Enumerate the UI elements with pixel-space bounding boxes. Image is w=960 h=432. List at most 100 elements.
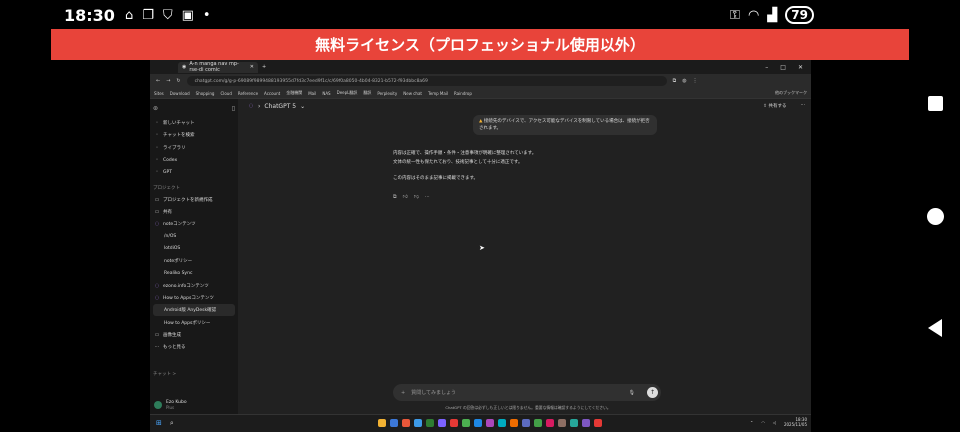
close-window-icon[interactable]: ✕ <box>798 64 803 71</box>
sidebar-item[interactable]: ◦ GPT <box>153 166 235 178</box>
taskbar-app-icon[interactable] <box>474 419 482 427</box>
sidebar-item-label: ライブラリ <box>163 145 186 151</box>
taskbar-app-icon[interactable] <box>414 419 422 427</box>
bookmark-item[interactable]: DeepL翻訳 <box>337 90 358 96</box>
reload-icon[interactable]: ↻ <box>176 78 180 84</box>
forward-arrow-icon[interactable]: → <box>166 78 170 84</box>
voice-mode-button[interactable]: ↑ <box>647 387 658 398</box>
sidebar-item[interactable]: ◦ 新しいチャット <box>153 117 235 129</box>
taskbar-app-icon[interactable] <box>450 419 458 427</box>
thumbs-down-icon[interactable]: 👎︎ <box>414 194 419 200</box>
mic-icon[interactable]: 🎙︎ <box>629 390 635 396</box>
sidebar-project-label: 共有 <box>163 209 172 215</box>
model-selector[interactable]: ChatGPT 5 <box>264 103 296 110</box>
profile-icon[interactable]: ◍ <box>682 78 686 84</box>
back-button[interactable] <box>922 315 948 341</box>
sidebar-project-item[interactable]: ▭ 画像生成 <box>153 329 235 341</box>
taskbar-app-icon[interactable] <box>486 419 494 427</box>
plus-icon[interactable]: + <box>401 390 405 396</box>
taskbar-app-icon[interactable] <box>462 419 470 427</box>
taskbar-app-icon[interactable] <box>438 419 446 427</box>
sidebar-project-item[interactable]: ▭ 共有 <box>153 206 235 218</box>
tray-chevron-icon[interactable]: ⌃ <box>750 420 753 425</box>
copy-icon[interactable]: ⧉ <box>393 194 397 200</box>
volume-icon[interactable]: ◁ <box>773 420 776 425</box>
bookmark-item[interactable]: NAS <box>322 91 330 96</box>
sidebar-item[interactable]: ◦ Codex <box>153 154 235 166</box>
chevron-down-icon[interactable]: ⌄ <box>300 103 305 110</box>
taskbar-app-icon[interactable] <box>378 419 386 427</box>
sidebar-project-item[interactable]: How to Appsポリシー <box>153 316 235 328</box>
sidebar-project-item[interactable]: ◌ ezono.infoコンテンツ <box>153 280 235 292</box>
bookmark-item[interactable]: Mail <box>308 91 316 96</box>
taskbar-app-icon[interactable] <box>570 419 578 427</box>
sidebar-item[interactable]: ◦ チャットを検索 <box>153 129 235 141</box>
tab-close-icon[interactable]: ✕ <box>250 64 254 70</box>
taskbar-app-icon[interactable] <box>522 419 530 427</box>
more-options-icon[interactable]: ⋯ <box>801 103 806 109</box>
sidebar-project-label: noteコンテンツ <box>163 222 196 228</box>
taskbar-app-icon[interactable] <box>498 419 506 427</box>
bookmark-item[interactable]: 翻訳 <box>363 90 371 96</box>
bookmark-item[interactable]: Download <box>170 91 190 96</box>
user-account[interactable]: Ezo Kubo Plus <box>154 400 187 410</box>
bookmark-item[interactable]: Cloud <box>220 91 231 96</box>
chats-heading[interactable]: チャット > <box>153 369 235 379</box>
maximize-icon[interactable]: □ <box>780 64 786 71</box>
sidebar-project-item[interactable]: noteポリシー <box>153 255 235 267</box>
bookmark-item[interactable]: Temp Mail <box>428 91 448 96</box>
extensions-icon[interactable]: ⧉ <box>673 78 677 84</box>
taskbar-app-icon[interactable] <box>402 419 410 427</box>
taskbar-app-icon[interactable] <box>558 419 566 427</box>
thumbs-up-icon[interactable]: 👍︎ <box>403 194 408 200</box>
home-button[interactable] <box>922 203 948 229</box>
bookmark-item[interactable]: Shopping <box>196 91 215 96</box>
sidebar-project-item[interactable]: Android版 AnyDesk確認 <box>153 304 235 317</box>
sidebar-project-item[interactable]: lotdiOS <box>153 243 235 255</box>
url-field[interactable]: chatgpt.com/g/g-p-69089f9899488193955d7f… <box>186 76 667 86</box>
back-arrow-icon[interactable]: ← <box>156 78 160 84</box>
taskbar-clock[interactable]: 18:30 2025/11/05 <box>784 417 807 427</box>
recents-button[interactable] <box>922 90 948 116</box>
search-icon: ◦ <box>155 132 159 139</box>
bookmark-item[interactable]: Sites <box>154 91 164 96</box>
bookmark-item[interactable]: Account <box>264 91 280 96</box>
sidebar-main-items: ◦ 新しいチャット ◦ チャットを検索 ◦ ライブラリ ◦ Codex ◦ GPT <box>153 117 235 178</box>
sidebar-toggle-icon[interactable]: ▯ <box>232 105 235 112</box>
new-tab-icon[interactable]: + <box>262 64 266 70</box>
message-actions: ⧉ 👍︎ 👎︎ ⋯ <box>393 194 430 200</box>
browser-tab[interactable]: ◉ A-n manga nav mp-rse-di comic ✕ <box>178 61 258 73</box>
menu-icon[interactable]: ⋮ <box>693 78 698 84</box>
windows-start-icon[interactable]: ⊞ <box>156 419 162 428</box>
sidebar-project-item[interactable]: /n/OS <box>153 230 235 242</box>
bookmark-item[interactable]: Perplexity <box>377 91 397 96</box>
sidebar-project-item[interactable]: ▭ プロジェクトを新規作成 <box>153 193 235 205</box>
openai-logo-icon[interactable]: ⊛ <box>153 105 158 112</box>
taskbar-app-icon[interactable] <box>426 419 434 427</box>
search-icon[interactable]: ⌕ <box>170 419 174 428</box>
wifi-icon[interactable]: ◠ <box>761 420 765 425</box>
taskbar-app-icon[interactable] <box>510 419 518 427</box>
sidebar-project-item[interactable]: ◌ noteコンテンツ <box>153 218 235 230</box>
bookmark-item[interactable]: Reference <box>238 91 258 96</box>
sidebar-project-item[interactable]: ⋯ もっと見る <box>153 341 235 353</box>
grid-icon: ◦ <box>155 169 159 176</box>
share-button[interactable]: ⇪ 共有する <box>763 103 786 109</box>
minimize-icon[interactable]: – <box>765 64 768 71</box>
bookmark-item[interactable]: 金融機関 <box>286 90 302 96</box>
project-icon: ◌ <box>154 295 160 301</box>
other-bookmarks[interactable]: 他のブックマーク <box>775 90 811 96</box>
taskbar-app-icon[interactable] <box>534 419 542 427</box>
taskbar-app-icon[interactable] <box>546 419 554 427</box>
more-icon[interactable]: ⋯ <box>425 194 430 200</box>
sidebar-project-item[interactable]: Realiko Sync <box>153 267 235 279</box>
taskbar-app-icon[interactable] <box>390 419 398 427</box>
taskbar-app-icon[interactable] <box>582 419 590 427</box>
sidebar-item[interactable]: ◦ ライブラリ <box>153 142 235 154</box>
bookmark-item[interactable]: Raindrop <box>454 91 472 96</box>
bookmarks-bar: Sites Download Shopping Cloud Reference Accou… <box>150 88 811 99</box>
sidebar-project-item[interactable]: ◌ How to Appsコンテンツ <box>153 292 235 304</box>
chat-input[interactable]: + 質問してみましょう 🎙︎ ↑ <box>393 384 661 401</box>
taskbar-app-icon[interactable] <box>594 419 602 427</box>
bookmark-item[interactable]: New chat <box>403 91 422 96</box>
